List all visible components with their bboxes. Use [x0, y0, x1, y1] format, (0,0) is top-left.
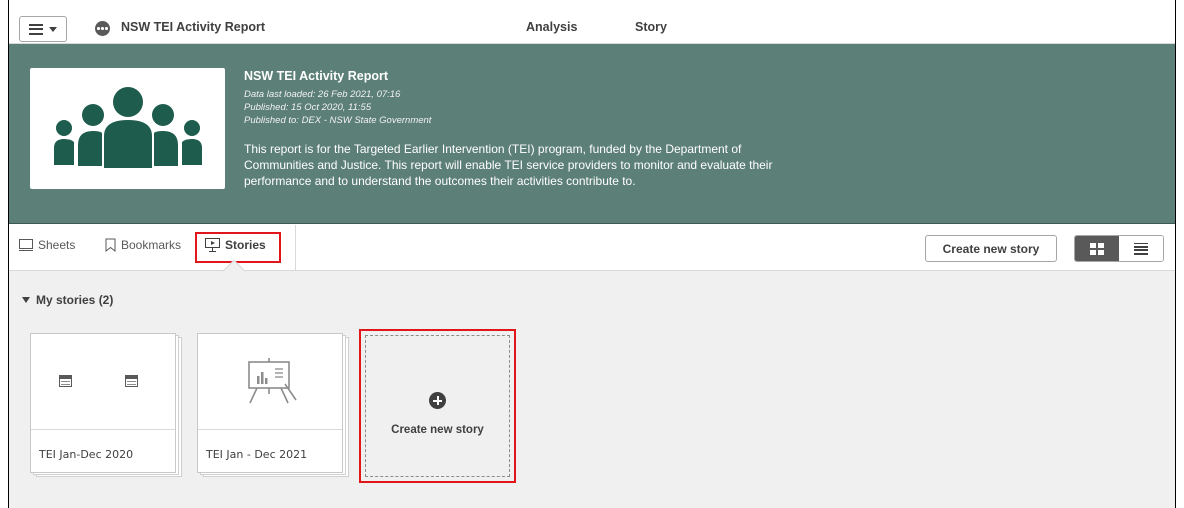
my-stories-header[interactable]: My stories (2) [22, 293, 113, 307]
story-thumbnail [31, 334, 175, 430]
story-card-1[interactable]: TEI Jan-Dec 2020 [30, 333, 182, 479]
plus-circle-icon [429, 392, 446, 409]
story-thumbnail [198, 334, 342, 430]
create-new-story-label: Create new story [391, 424, 484, 436]
story-card-title: TEI Jan-Dec 2020 [39, 448, 134, 461]
story-card[interactable]: TEI Jan - Dec 2021 [197, 333, 343, 473]
tab-divider [295, 225, 296, 271]
tab-sheets[interactable]: Sheets [19, 238, 75, 252]
content-tabbar: Sheets Bookmarks Stories Create new stor… [9, 225, 1175, 271]
view-mode-toggle [1074, 235, 1164, 262]
highlight-box-stories [195, 232, 281, 263]
tab-sheets-label: Sheets [38, 238, 76, 252]
table-icon [125, 375, 138, 387]
tab-bookmarks[interactable]: Bookmarks [105, 238, 181, 252]
story-card-2[interactable]: TEI Jan - Dec 2021 [197, 333, 349, 479]
nav-story[interactable]: Story [635, 20, 667, 34]
create-new-story-dropzone[interactable]: Create new story [365, 335, 510, 477]
table-icon [59, 375, 72, 387]
report-title: NSW TEI Activity Report [244, 69, 388, 83]
story-card[interactable]: TEI Jan-Dec 2020 [30, 333, 176, 473]
stories-content: My stories (2) TEI Jan-Dec 2020 TEI Jan … [9, 259, 1175, 508]
app-more-icon[interactable] [95, 21, 110, 36]
chevron-down-icon [49, 26, 57, 32]
app-thumbnail [30, 68, 225, 189]
data-loaded-text: Data last loaded: 26 Feb 2021, 07:16 [244, 89, 401, 100]
grid-icon [1090, 242, 1104, 255]
people-group-icon [54, 87, 202, 168]
published-to-text: Published to: DEX - NSW State Government [244, 115, 432, 126]
collapse-caret-icon [22, 297, 30, 303]
published-date-text: Published: 15 Oct 2020, 11:55 [244, 102, 372, 113]
presentation-icon [248, 358, 297, 404]
grid-view-button[interactable] [1075, 236, 1119, 261]
my-stories-heading: My stories (2) [36, 293, 114, 307]
tab-bookmarks-label: Bookmarks [121, 238, 182, 252]
story-card-title: TEI Jan - Dec 2021 [206, 448, 308, 461]
app-title[interactable]: NSW TEI Activity Report [121, 20, 265, 34]
sheet-icon [19, 239, 33, 251]
hamburger-icon [29, 23, 43, 35]
create-new-story-button[interactable]: Create new story [925, 235, 1057, 262]
list-view-button[interactable] [1119, 236, 1163, 261]
navigation-menu-button[interactable] [19, 16, 67, 42]
app-window: NSW TEI Activity Report Analysis Story N… [8, 0, 1176, 508]
app-overview-banner: NSW TEI Activity Report Data last loaded… [9, 44, 1175, 224]
nav-analysis[interactable]: Analysis [526, 20, 577, 34]
bookmark-icon [105, 238, 116, 252]
report-description: This report is for the Targeted Earlier … [244, 142, 773, 188]
create-new-story-card[interactable]: Create new story [359, 329, 516, 483]
list-icon [1134, 242, 1148, 255]
top-toolbar: NSW TEI Activity Report Analysis Story [9, 0, 1175, 44]
